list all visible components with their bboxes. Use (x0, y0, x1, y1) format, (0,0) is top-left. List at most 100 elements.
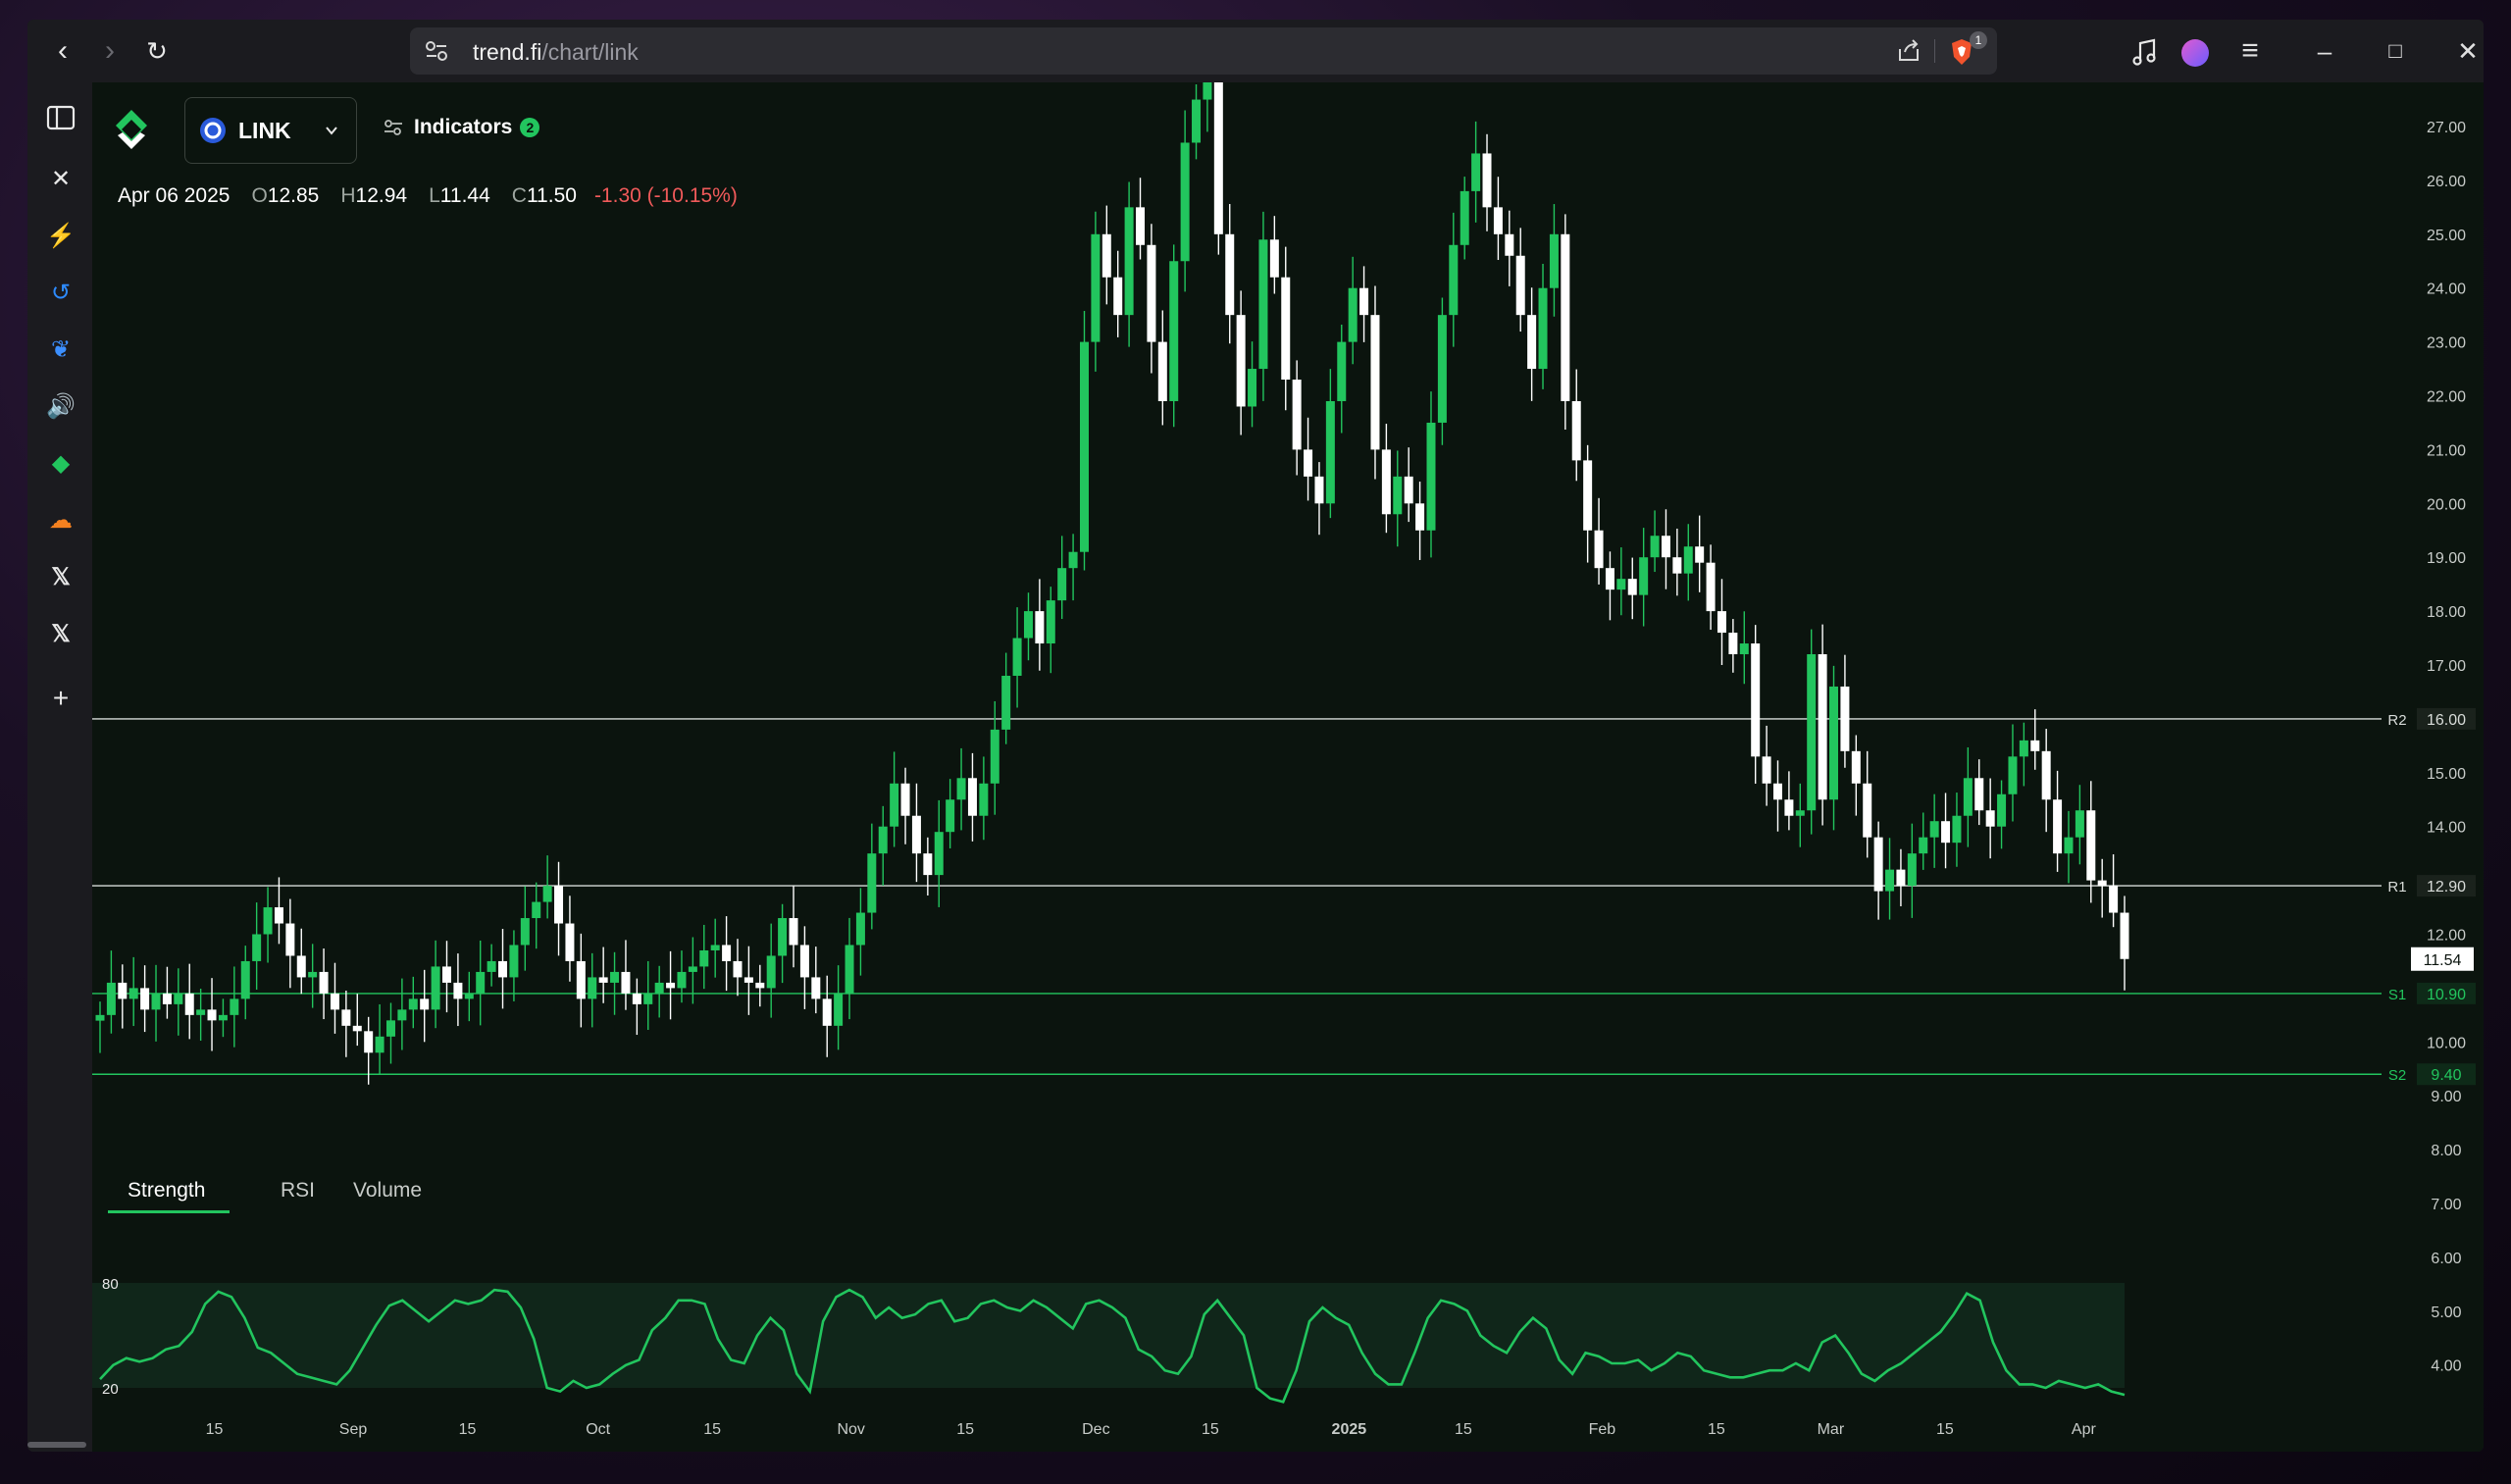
candle-body[interactable] (1851, 750, 1861, 784)
candle-body[interactable] (1157, 341, 1167, 401)
candle-body[interactable] (106, 982, 116, 1015)
candle-body[interactable] (330, 993, 339, 1010)
candle-body[interactable] (722, 945, 732, 961)
sidebar-app-bolt-icon[interactable]: ⚡ (43, 218, 78, 253)
candle-body[interactable] (2008, 756, 2018, 794)
candle-body[interactable] (1113, 277, 1123, 316)
candle-body[interactable] (934, 832, 944, 876)
candle-body[interactable] (598, 977, 608, 983)
add-panel-icon[interactable]: + (43, 681, 78, 716)
candle-body[interactable] (1079, 341, 1089, 552)
candle-body[interactable] (1248, 369, 1257, 407)
candle-body[interactable] (397, 1009, 407, 1021)
candle-body[interactable] (263, 907, 273, 935)
candle-body[interactable] (1739, 643, 1749, 655)
candle-body[interactable] (2109, 886, 2119, 913)
candle-body[interactable] (1706, 562, 1716, 612)
candle-body[interactable] (1616, 579, 1626, 590)
candle-body[interactable] (140, 988, 150, 1010)
candle-body[interactable] (476, 971, 486, 994)
candle-body[interactable] (1538, 287, 1548, 370)
candle-body[interactable] (1269, 239, 1279, 278)
minimize-icon[interactable]: – (2303, 29, 2346, 73)
candle-body[interactable] (1952, 815, 1962, 844)
candle-body[interactable] (845, 945, 854, 994)
candle-body[interactable] (1136, 207, 1146, 245)
candle-body[interactable] (1919, 837, 1928, 854)
candle-body[interactable] (1829, 686, 1839, 800)
candle-body[interactable] (319, 971, 329, 994)
forward-icon[interactable]: › (90, 31, 129, 71)
candle-body[interactable] (643, 993, 653, 1004)
candle-body[interactable] (1124, 207, 1134, 316)
candle-body[interactable] (1762, 756, 1771, 784)
candle-body[interactable] (162, 993, 172, 1004)
candle-body[interactable] (1035, 611, 1045, 644)
candle-body[interactable] (2030, 740, 2040, 751)
candle-body[interactable] (1807, 654, 1817, 811)
candle-body[interactable] (911, 815, 921, 854)
sidebar-app-butterfly-icon[interactable]: ❦ (43, 332, 78, 367)
candle-body[interactable] (520, 918, 530, 946)
candle-body[interactable] (252, 934, 262, 961)
candle-body[interactable] (1404, 476, 1413, 504)
candle-body[interactable] (1683, 546, 1693, 574)
candle-body[interactable] (218, 1014, 228, 1021)
candle-body[interactable] (890, 783, 899, 827)
menu-icon[interactable]: ≡ (2229, 29, 2272, 73)
candle-body[interactable] (2041, 750, 2051, 800)
candle-body[interactable] (588, 977, 597, 999)
candle-body[interactable] (576, 960, 586, 999)
candle-body[interactable] (1023, 611, 1033, 639)
sidebar-app-x2-icon[interactable]: 𝕏 (43, 616, 78, 651)
candle-body[interactable] (1728, 633, 1738, 655)
sidebar-scrollbar[interactable] (27, 1442, 86, 1448)
candle-body[interactable] (743, 977, 753, 983)
candle-body[interactable] (1381, 449, 1391, 515)
sidebar-app-speaker-icon[interactable]: 🔊 (43, 388, 78, 424)
candle-body[interactable] (1795, 810, 1805, 816)
candle-body[interactable] (1515, 255, 1525, 316)
candle-body[interactable] (1873, 837, 1883, 892)
candle-body[interactable] (352, 1025, 362, 1032)
candle-body[interactable] (487, 960, 496, 972)
candle-body[interactable] (1213, 82, 1223, 234)
candle-body[interactable] (2075, 810, 2084, 838)
candle-body[interactable] (230, 998, 239, 1015)
candle-body[interactable] (1594, 530, 1604, 569)
sidebar-toggle-icon[interactable] (43, 100, 78, 135)
candle-body[interactable] (789, 918, 798, 946)
candle-body[interactable] (855, 912, 865, 946)
candle-body[interactable] (2053, 799, 2063, 854)
url-text[interactable]: trend.fi/chart/link (473, 39, 639, 66)
candle-body[interactable] (364, 1031, 374, 1053)
candle-body[interactable] (1091, 233, 1101, 342)
candle-body[interactable] (900, 783, 910, 816)
candle-body[interactable] (632, 993, 641, 1004)
candle-body[interactable] (1359, 287, 1369, 316)
candle-body[interactable] (2064, 837, 2074, 854)
candle-body[interactable] (1325, 400, 1335, 504)
candle-body[interactable] (755, 982, 765, 989)
candle-body[interactable] (956, 778, 966, 800)
candle-body[interactable] (1549, 233, 1559, 288)
candle-body[interactable] (1370, 315, 1380, 450)
maximize-icon[interactable]: □ (2374, 29, 2417, 73)
candle-body[interactable] (431, 966, 440, 1010)
candle-body[interactable] (1012, 638, 1022, 676)
candle-body[interactable] (1192, 99, 1202, 143)
candle-body[interactable] (341, 1009, 351, 1026)
candle-body[interactable] (1415, 503, 1425, 531)
candle-body[interactable] (1784, 799, 1794, 816)
candle-body[interactable] (1974, 778, 1984, 811)
candle-body[interactable] (1639, 557, 1649, 595)
candle-body[interactable] (946, 799, 955, 833)
candle-body[interactable] (621, 971, 631, 994)
candle-body[interactable] (923, 853, 933, 876)
candle-body[interactable] (207, 1009, 217, 1021)
music-icon[interactable] (2130, 37, 2160, 67)
close-tab-icon[interactable]: ✕ (43, 161, 78, 196)
candle-body[interactable] (1304, 449, 1313, 477)
candle-body[interactable] (1180, 142, 1190, 262)
candle-body[interactable] (1672, 557, 1682, 574)
